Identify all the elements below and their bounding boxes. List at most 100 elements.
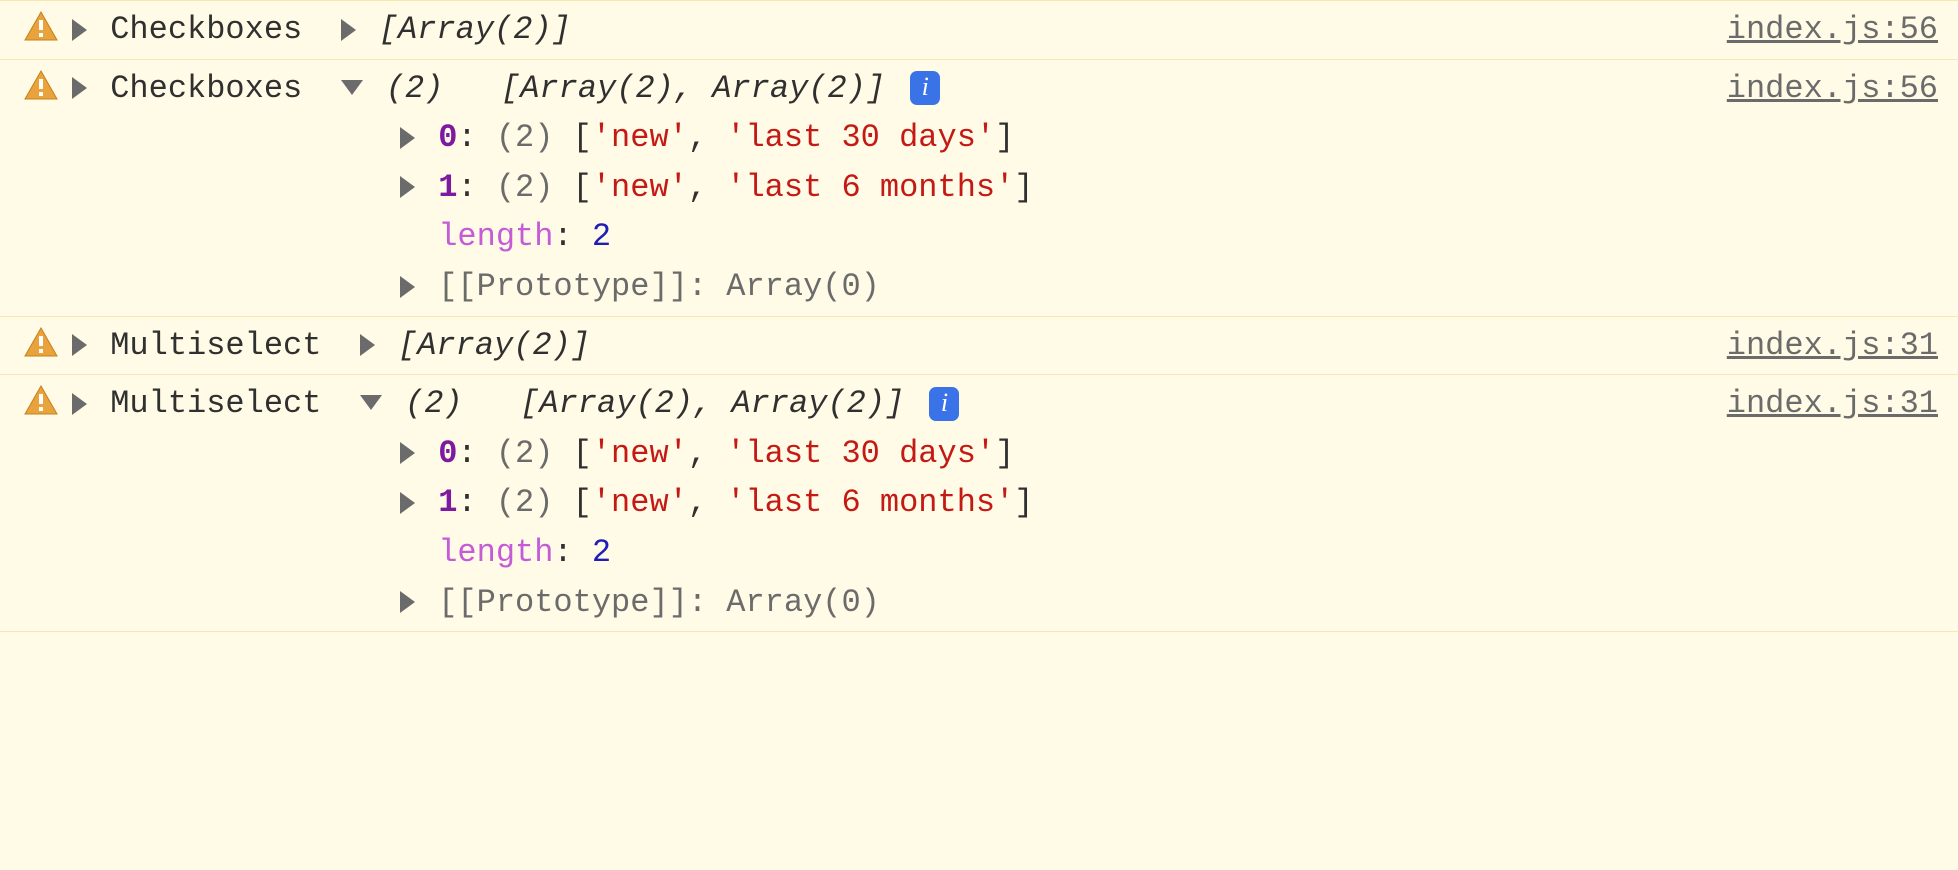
console-row: Checkboxes [Array(2)] index.js:56 <box>0 0 1958 60</box>
bracket-close: ] <box>1014 169 1033 206</box>
separator: , <box>688 435 726 472</box>
string-value: 'new' <box>592 435 688 472</box>
number-value: 2 <box>592 534 611 571</box>
property-value: Array(0) <box>726 584 880 621</box>
colon: : <box>688 268 726 305</box>
bracket-open: [ <box>573 435 592 472</box>
log-label: Multiselect <box>110 385 321 422</box>
array-index: 1 <box>438 169 457 206</box>
disclosure-triangle-icon[interactable] <box>400 492 415 514</box>
disclosure-triangle-icon[interactable] <box>341 80 363 95</box>
console-row: Multiselect (2) [Array(2), Array(2)] i i… <box>0 375 1958 632</box>
console-row: Checkboxes (2) [Array(2), Array(2)] i in… <box>0 60 1958 317</box>
array-summary: [Array(2), Array(2)] <box>501 70 885 107</box>
prototype-property[interactable]: [[Prototype]]: Array(0) <box>400 578 1958 628</box>
length-property: length: 2 <box>400 212 1958 262</box>
array-summary: [Array(2), Array(2)] <box>520 385 904 422</box>
log-label-group[interactable]: Checkboxes <box>72 64 302 114</box>
log-label-group[interactable]: Checkboxes <box>72 5 302 55</box>
source-link[interactable]: index.js:31 <box>1707 321 1938 371</box>
colon: : <box>457 169 495 206</box>
log-value-group[interactable]: [Array(2)] <box>341 5 571 55</box>
disclosure-triangle-icon[interactable] <box>360 395 382 410</box>
property-key: length <box>438 534 553 571</box>
source-link[interactable]: index.js:56 <box>1707 5 1938 55</box>
disclosure-triangle-icon[interactable] <box>400 442 415 464</box>
bracket-open: [ <box>573 169 592 206</box>
warning-icon <box>24 11 58 41</box>
array-item[interactable]: 1: (2) ['new', 'last 6 months'] <box>400 163 1958 213</box>
colon: : <box>553 218 591 255</box>
array-item[interactable]: 0: (2) ['new', 'last 30 days'] <box>400 113 1958 163</box>
disclosure-triangle-icon[interactable] <box>400 176 415 198</box>
warning-icon <box>24 70 58 100</box>
array-index: 0 <box>438 119 457 156</box>
bracket-open: [ <box>573 119 592 156</box>
warning-icon <box>24 327 58 357</box>
source-link[interactable]: index.js:56 <box>1707 64 1938 114</box>
item-count: (2) <box>496 484 554 521</box>
info-icon[interactable]: i <box>929 387 959 421</box>
separator: , <box>688 119 726 156</box>
colon: : <box>457 484 495 521</box>
array-index: 1 <box>438 484 457 521</box>
source-link[interactable]: index.js:31 <box>1707 379 1938 429</box>
warning-icon <box>24 385 58 415</box>
log-label-group[interactable]: Multiselect <box>72 379 321 429</box>
info-icon[interactable]: i <box>910 71 940 105</box>
disclosure-triangle-icon[interactable] <box>400 127 415 149</box>
length-property: length: 2 <box>400 528 1958 578</box>
log-label: Checkboxes <box>110 11 302 48</box>
separator: , <box>688 484 726 521</box>
array-count: (2) <box>405 385 463 422</box>
colon: : <box>688 584 726 621</box>
property-key: [[Prototype]] <box>438 584 688 621</box>
number-value: 2 <box>592 218 611 255</box>
item-count: (2) <box>496 435 554 472</box>
colon: : <box>553 534 591 571</box>
property-value: Array(0) <box>726 268 880 305</box>
disclosure-triangle-icon[interactable] <box>400 276 415 298</box>
bracket-close: ] <box>1014 484 1033 521</box>
string-value: 'new' <box>592 484 688 521</box>
disclosure-triangle-icon[interactable] <box>72 77 87 99</box>
bracket-close: ] <box>995 435 1014 472</box>
string-value: 'last 30 days' <box>726 119 995 156</box>
disclosure-triangle-icon[interactable] <box>400 591 415 613</box>
log-label: Checkboxes <box>110 70 302 107</box>
property-key: [[Prototype]] <box>438 268 688 305</box>
disclosure-triangle-icon[interactable] <box>72 393 87 415</box>
separator: , <box>688 169 726 206</box>
array-item[interactable]: 1: (2) ['new', 'last 6 months'] <box>400 478 1958 528</box>
log-value-group[interactable]: (2) [Array(2), Array(2)] i <box>341 64 941 114</box>
string-value: 'new' <box>592 119 688 156</box>
array-summary: [Array(2)] <box>379 11 571 48</box>
disclosure-triangle-icon[interactable] <box>360 334 375 356</box>
colon: : <box>457 435 495 472</box>
string-value: 'last 30 days' <box>726 435 995 472</box>
bracket-close: ] <box>995 119 1014 156</box>
array-count: (2) <box>386 70 444 107</box>
item-count: (2) <box>496 169 554 206</box>
string-value: 'last 6 months' <box>726 169 1014 206</box>
log-value-group[interactable]: [Array(2)] <box>360 321 590 371</box>
bracket-open: [ <box>573 484 592 521</box>
string-value: 'new' <box>592 169 688 206</box>
console-row: Multiselect [Array(2)] index.js:31 <box>0 317 1958 376</box>
disclosure-triangle-icon[interactable] <box>341 19 356 41</box>
disclosure-triangle-icon[interactable] <box>72 334 87 356</box>
disclosure-triangle-icon[interactable] <box>72 19 87 41</box>
colon: : <box>457 119 495 156</box>
string-value: 'last 6 months' <box>726 484 1014 521</box>
expanded-children: 0: (2) ['new', 'last 30 days'] 1: (2) ['… <box>0 113 1958 311</box>
expanded-children: 0: (2) ['new', 'last 30 days'] 1: (2) ['… <box>0 429 1958 627</box>
array-summary: [Array(2)] <box>398 327 590 364</box>
log-label: Multiselect <box>110 327 321 364</box>
array-item[interactable]: 0: (2) ['new', 'last 30 days'] <box>400 429 1958 479</box>
item-count: (2) <box>496 119 554 156</box>
array-index: 0 <box>438 435 457 472</box>
log-label-group[interactable]: Multiselect <box>72 321 321 371</box>
log-value-group[interactable]: (2) [Array(2), Array(2)] i <box>360 379 960 429</box>
property-key: length <box>438 218 553 255</box>
prototype-property[interactable]: [[Prototype]]: Array(0) <box>400 262 1958 312</box>
